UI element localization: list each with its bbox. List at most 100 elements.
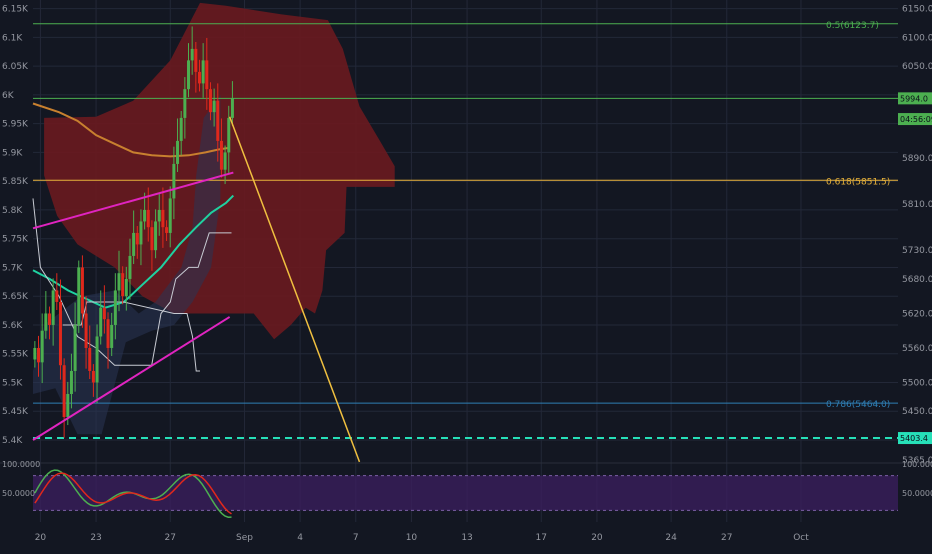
x-axis-label: 10	[406, 533, 418, 543]
candle-body	[208, 89, 212, 113]
x-axis-label: 24	[665, 533, 677, 543]
candle-body	[223, 152, 227, 170]
left-price-label: 5.9K	[2, 148, 23, 158]
oscillator-band	[33, 475, 898, 511]
x-axis-label: 27	[165, 533, 176, 543]
candle-body	[55, 290, 59, 302]
candle-body	[135, 232, 139, 245]
ichimoku-cloud	[33, 2, 395, 435]
candle-body	[143, 209, 147, 222]
x-axis-label: 13	[461, 533, 472, 543]
candle-body	[227, 117, 231, 153]
candle-body	[117, 273, 121, 291]
fib-level-label: 0.786(5464.0)	[826, 400, 890, 410]
candle-body	[73, 324, 77, 371]
candle-body	[80, 267, 84, 314]
price-badge-label: 5403.4	[900, 434, 928, 443]
candle-body	[113, 290, 117, 325]
candle-body	[194, 48, 198, 72]
candle-body	[58, 301, 62, 366]
x-axis-label: 23	[90, 533, 101, 543]
right-price-label: 5890.0	[902, 154, 932, 164]
left-price-label: 6K	[2, 91, 15, 101]
candle-body	[102, 307, 106, 320]
candle-body	[168, 198, 172, 233]
candle-body	[190, 48, 194, 61]
left-price-label: 5.85K	[2, 177, 29, 187]
oscillator-right-label: 50.0000	[902, 489, 932, 498]
candle-body	[47, 313, 51, 325]
candle-body	[161, 209, 165, 228]
candle-body	[69, 370, 73, 394]
x-axis-label: 4	[297, 533, 303, 543]
candle-body	[84, 313, 88, 348]
x-axis-label: 27	[721, 533, 732, 543]
left-price-label: 5.95K	[2, 120, 29, 130]
candle-body	[176, 140, 180, 164]
candle-body	[124, 278, 128, 297]
candle-body	[132, 232, 136, 256]
candle-body	[212, 100, 216, 113]
price-badge-label: 04:56:09	[900, 115, 932, 124]
left-price-label: 5.7K	[2, 263, 23, 273]
x-axis-label: 7	[353, 533, 359, 543]
right-price-label: 5680.0	[902, 275, 932, 285]
candle-body	[77, 267, 81, 325]
right-price-label: 6100.0	[902, 33, 932, 43]
left-price-label: 6.05K	[2, 62, 29, 72]
price-badge-label: 5994.0	[900, 94, 928, 103]
candle-body	[40, 330, 44, 363]
left-price-label: 6.15K	[2, 5, 29, 15]
candle-body	[128, 255, 132, 279]
candle-body	[172, 163, 176, 199]
candle-body	[197, 71, 201, 84]
left-price-label: 5.8K	[2, 206, 23, 216]
x-axis-label: Sep	[236, 533, 253, 543]
candle-body	[179, 117, 183, 141]
left-price-label: 5.4K	[2, 436, 23, 446]
x-axis-label: 20	[591, 533, 603, 543]
candle-body	[62, 365, 66, 417]
right-price-label: 5500.0	[902, 378, 932, 388]
left-price-label: 5.5K	[2, 378, 23, 388]
fib-level-label: 0.5(6123.7)	[826, 21, 879, 31]
candle-body	[201, 60, 205, 84]
candle-body	[157, 209, 161, 222]
right-price-label: 6150.0	[902, 5, 932, 15]
candle-body	[205, 60, 209, 90]
right-price-label: 5560.0	[902, 344, 932, 354]
left-price-label: 5.6K	[2, 321, 23, 331]
left-price-label: 5.55K	[2, 350, 29, 360]
candle-body	[110, 324, 114, 348]
candle-body	[33, 347, 37, 360]
candle-body	[216, 100, 220, 141]
candle-body	[51, 290, 55, 325]
candle-body	[183, 89, 187, 118]
candle-body	[230, 98, 234, 118]
right-price-label: 5730.0	[902, 246, 932, 256]
candle-body	[146, 209, 150, 228]
fib-level-label: 0.618(5851.5)	[826, 177, 890, 187]
right-price-label: 5810.0	[902, 200, 932, 210]
candle-body	[88, 347, 92, 371]
right-price-label: 5450.0	[902, 407, 932, 417]
candle-body	[150, 227, 154, 251]
candle-body	[219, 140, 223, 170]
x-axis-label: Oct	[793, 533, 809, 543]
chart-canvas[interactable]: 0.5(6123.7) 0.618(5851.5) 0.786(5464.0) 6.…	[0, 0, 932, 550]
left-price-label: 5.45K	[2, 407, 29, 417]
price-chart[interactable]: 0.5(6123.7) 0.618(5851.5) 0.786(5464.0) 6.…	[0, 0, 932, 550]
candle-body	[121, 273, 125, 297]
oscillator-left-label: 100.0000	[2, 460, 40, 469]
candle-body	[91, 370, 95, 383]
oscillator-left-label: 50.0000	[2, 489, 35, 498]
candle-body	[37, 347, 41, 363]
right-price-label: 6050.0	[902, 62, 932, 72]
right-price-label: 5620.0	[902, 309, 932, 319]
candle-body	[187, 60, 191, 90]
left-price-label: 6.1K	[2, 33, 23, 43]
oscillator-right-label: 100.0000	[902, 460, 932, 469]
candle-body	[139, 221, 143, 245]
candle-body	[44, 313, 48, 331]
x-axis-label: 20	[35, 533, 47, 543]
